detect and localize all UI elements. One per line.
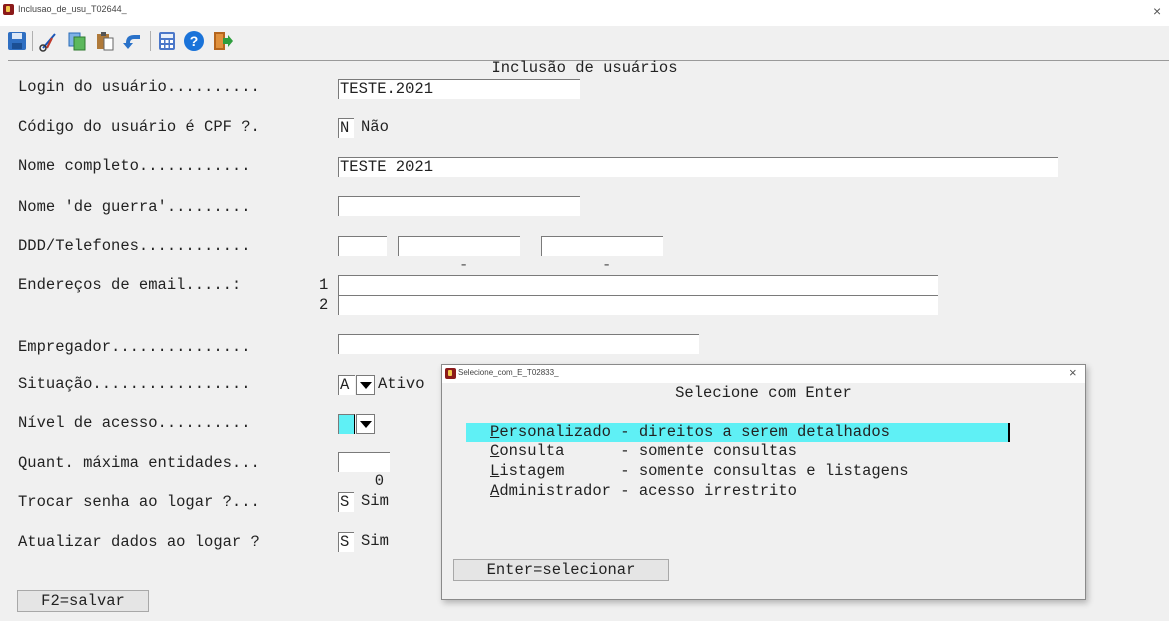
trocar-field[interactable]: S: [338, 492, 354, 512]
dialog-app-icon: [445, 368, 456, 379]
phone1-field[interactable]: -: [398, 236, 520, 274]
email-1-field[interactable]: [338, 275, 938, 295]
undo-icon[interactable]: [122, 30, 144, 52]
option-text: istagem - somente consultas e listagens: [499, 462, 909, 480]
phone2-separator: -: [602, 256, 612, 274]
toolbar: ?: [0, 26, 1169, 58]
exit-icon[interactable]: [211, 30, 233, 52]
trocar-text: Sim: [361, 492, 389, 510]
dialog-heading: Selecione com Enter: [675, 384, 852, 402]
email-label: Endereços de email.....:: [18, 276, 251, 294]
email-2-number: 2: [319, 296, 329, 314]
situacao-field[interactable]: A: [338, 375, 355, 395]
phone1-separator: -: [459, 256, 469, 274]
atualizar-field[interactable]: S: [338, 532, 354, 552]
option-consulta[interactable]: Consulta - somente consultas: [466, 442, 1010, 461]
dialog-title-bar: Selecione_com_E_T02833_ ×: [442, 365, 1085, 383]
paste-icon[interactable]: [94, 30, 116, 52]
selection-dialog: Selecione_com_E_T02833_ × Selecione com …: [441, 364, 1086, 600]
cpf-field[interactable]: N: [338, 118, 354, 138]
option-hotkey: C: [490, 442, 500, 460]
guerra-label: Nome 'de guerra'.........: [18, 198, 260, 216]
nome-field[interactable]: TESTE 2021: [338, 157, 1058, 177]
save-button[interactable]: F2=salvar: [17, 590, 149, 612]
option-text: dministrador - acesso irrestrito: [499, 482, 797, 500]
title-bar: Inclusao_de_usu_T02644_ ×: [0, 0, 1169, 26]
toolbar-separator: [150, 31, 151, 51]
quant-field[interactable]: 0: [338, 452, 390, 490]
enter-select-button[interactable]: Enter=selecionar: [453, 559, 669, 581]
situacao-dropdown-button[interactable]: [356, 375, 375, 395]
phone2-field[interactable]: -: [541, 236, 663, 274]
window-title: Inclusao_de_usu_T02644_: [18, 4, 127, 14]
atualizar-text: Sim: [361, 532, 389, 550]
cpf-text: Não: [361, 118, 389, 136]
quant-value: 0: [374, 472, 384, 490]
nome-label: Nome completo............: [18, 157, 260, 175]
option-hotkey: P: [490, 423, 500, 441]
situacao-text: Ativo: [378, 375, 425, 393]
option-personalizado[interactable]: Personalizado - direitos a serem detalha…: [466, 423, 1010, 442]
cut-icon[interactable]: [38, 30, 60, 52]
nivel-dropdown-button[interactable]: [356, 414, 375, 434]
login-field[interactable]: TESTE.2021: [338, 79, 580, 99]
copy-icon[interactable]: [66, 30, 88, 52]
dialog-title: Selecione_com_E_T02833_: [458, 368, 559, 377]
quant-label: Quant. máxima entidades...: [18, 454, 270, 472]
nivel-field[interactable]: [338, 414, 355, 434]
calculator-icon[interactable]: [156, 30, 178, 52]
dialog-close-button[interactable]: ×: [1069, 365, 1077, 380]
guerra-field[interactable]: [338, 196, 580, 216]
option-administrador[interactable]: Administrador - acesso irrestrito: [466, 482, 1010, 501]
empregador-field[interactable]: [338, 334, 699, 354]
app-icon: [3, 4, 14, 15]
telefones-label: DDD/Telefones............: [18, 237, 260, 255]
save-icon[interactable]: [6, 30, 28, 52]
ddd-field[interactable]: [338, 236, 387, 256]
cpf-label: Código do usuário é CPF ?.: [18, 118, 270, 136]
option-text: ersonalizado - direitos a serem detalhad…: [499, 423, 890, 441]
empregador-label: Empregador...............: [18, 338, 260, 356]
option-hotkey: L: [490, 462, 500, 480]
toolbar-separator: [32, 31, 33, 51]
option-text: onsulta - somente consultas: [499, 442, 797, 460]
atualizar-label: Atualizar dados ao logar ?: [18, 533, 270, 551]
svg-text:?: ?: [190, 33, 199, 49]
login-label: Login do usuário..........: [18, 78, 270, 96]
situacao-label: Situação.................: [18, 375, 260, 393]
trocar-label: Trocar senha ao logar ?...: [18, 493, 270, 511]
option-hotkey: A: [490, 482, 500, 500]
form-title: Inclusão de usuários: [491, 59, 678, 77]
option-listagem[interactable]: Listagem - somente consultas e listagens: [466, 462, 1010, 481]
help-icon[interactable]: ?: [183, 30, 205, 52]
email-1-number: 1: [319, 276, 329, 294]
email-2-field[interactable]: [338, 295, 938, 315]
window-close-button[interactable]: ×: [1153, 3, 1161, 19]
nivel-label: Nível de acesso..........: [18, 414, 260, 432]
